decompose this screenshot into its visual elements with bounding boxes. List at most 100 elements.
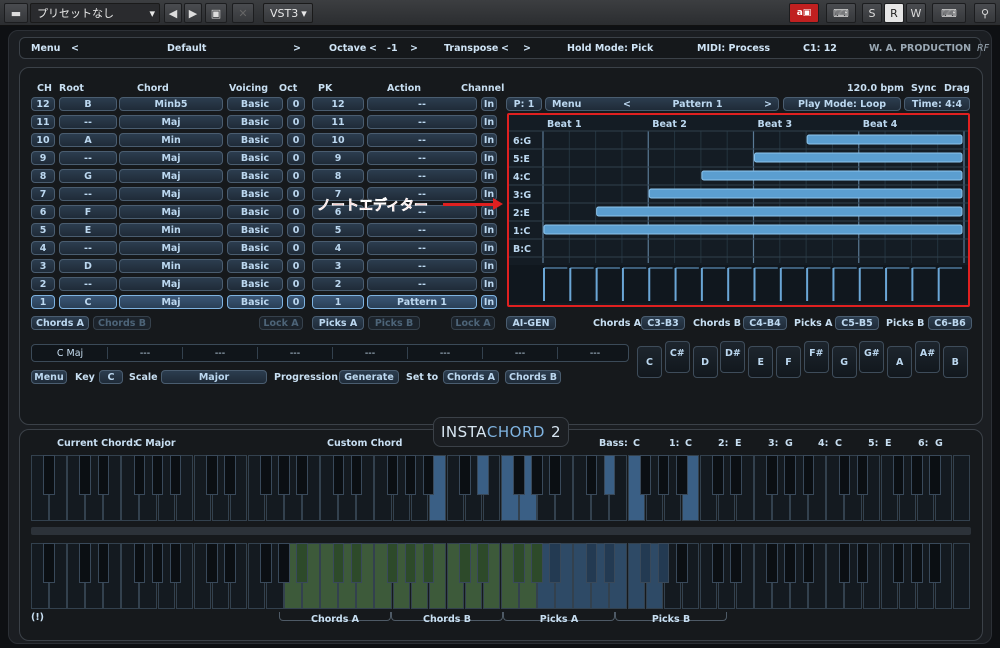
chord-pad[interactable]: D#: [720, 341, 746, 373]
set-chords-b-button[interactable]: Chords B: [505, 370, 561, 384]
row-voicing-cell[interactable]: Basic: [227, 169, 283, 183]
row-root-cell[interactable]: A: [59, 133, 117, 147]
row-action-cell[interactable]: --: [367, 241, 477, 255]
w-button[interactable]: W: [906, 3, 926, 23]
black-key[interactable]: [278, 543, 290, 583]
black-key[interactable]: [404, 543, 417, 583]
row-ch-cell[interactable]: 3: [31, 259, 55, 273]
range-picks-a[interactable]: C5-B5: [835, 316, 879, 330]
black-key[interactable]: [802, 455, 815, 495]
progression-slot[interactable]: ---: [410, 348, 480, 359]
black-key[interactable]: [929, 455, 941, 495]
chord-pad[interactable]: A: [887, 346, 913, 378]
black-key[interactable]: [910, 543, 923, 583]
row-ch-cell[interactable]: 2: [31, 277, 55, 291]
row-pk-cell[interactable]: 12: [312, 97, 364, 111]
s-button[interactable]: S: [862, 3, 882, 23]
progression-slot[interactable]: ---: [485, 348, 555, 359]
octave-down-button[interactable]: <: [369, 39, 377, 57]
black-key[interactable]: [151, 543, 164, 583]
row-root-cell[interactable]: D: [59, 259, 117, 273]
black-key[interactable]: [224, 455, 236, 495]
note-editor-grid[interactable]: Beat 1 Beat 2 Beat 3 Beat 4 6:G 5:E 4:C 3:G 2:E 1…: [509, 115, 968, 305]
row-root-cell[interactable]: G: [59, 169, 117, 183]
black-key[interactable]: [531, 543, 543, 583]
black-key[interactable]: [784, 543, 796, 583]
black-key[interactable]: [675, 543, 688, 583]
progression-slot[interactable]: ---: [185, 348, 255, 359]
row-action-cell[interactable]: --: [367, 259, 477, 273]
play-mode[interactable]: Play Mode: Loop: [783, 97, 901, 111]
preset-select[interactable]: プリセットなし ▾: [30, 3, 160, 23]
black-key[interactable]: [350, 455, 363, 495]
top-menu-button[interactable]: Menu: [31, 39, 60, 57]
black-key[interactable]: [386, 543, 399, 583]
row-oct-cell[interactable]: 0: [287, 151, 305, 165]
black-key[interactable]: [766, 455, 778, 495]
row-voicing-cell[interactable]: Basic: [227, 223, 283, 237]
chord-pad[interactable]: E: [748, 346, 774, 378]
black-key[interactable]: [296, 455, 308, 495]
black-key[interactable]: [477, 455, 489, 495]
row-action-cell[interactable]: --: [367, 151, 477, 165]
row-oct-cell[interactable]: 0: [287, 241, 305, 255]
black-key[interactable]: [766, 543, 778, 583]
black-key[interactable]: [459, 543, 471, 583]
row-ch-cell[interactable]: 8: [31, 169, 55, 183]
row-root-cell[interactable]: C: [59, 295, 117, 309]
row-oct-cell[interactable]: 0: [287, 295, 305, 309]
row-channel-cell[interactable]: In: [481, 133, 497, 147]
row-root-cell[interactable]: --: [59, 277, 117, 291]
row-action-cell[interactable]: --: [367, 97, 477, 111]
row-voicing-cell[interactable]: Basic: [227, 133, 283, 147]
black-key[interactable]: [838, 455, 851, 495]
ai-gen-button[interactable]: AI-GEN: [506, 316, 556, 330]
chord-pad[interactable]: A#: [915, 341, 940, 373]
black-key[interactable]: [169, 455, 182, 495]
lock-a-button[interactable]: Lock A: [259, 316, 303, 330]
progression-slot[interactable]: ---: [260, 348, 330, 359]
black-key[interactable]: [422, 543, 435, 583]
save-icon[interactable]: ▣: [205, 3, 227, 23]
chords-a-toggle[interactable]: Chords A: [31, 316, 89, 330]
pattern-selector[interactable]: Menu < Pattern 1 >: [545, 97, 779, 111]
generate-button[interactable]: Generate: [339, 370, 399, 384]
transpose-up-button[interactable]: >: [523, 39, 531, 57]
chord-pad[interactable]: C: [637, 346, 662, 378]
next-preset-button[interactable]: ▶: [184, 3, 202, 23]
row-chord-cell[interactable]: Maj: [119, 187, 223, 201]
black-key[interactable]: [603, 455, 616, 495]
row-channel-cell[interactable]: In: [481, 169, 497, 183]
range-chords-b[interactable]: C4-B4: [743, 316, 787, 330]
row-action-cell[interactable]: --: [367, 133, 477, 147]
black-key[interactable]: [802, 543, 815, 583]
row-pk-cell[interactable]: 5: [312, 223, 364, 237]
note-bar[interactable]: [754, 152, 963, 163]
row-voicing-cell[interactable]: Basic: [227, 277, 283, 291]
note-bar[interactable]: [806, 134, 963, 145]
black-key[interactable]: [350, 543, 363, 583]
row-chord-cell[interactable]: Maj: [119, 115, 223, 129]
transpose-down-button[interactable]: <: [501, 39, 509, 57]
row-voicing-cell[interactable]: Basic: [227, 295, 283, 309]
black-key[interactable]: [856, 543, 869, 583]
preset-next-button[interactable]: >: [293, 39, 301, 57]
row-voicing-cell[interactable]: Basic: [227, 205, 283, 219]
octave-up-button[interactable]: >: [410, 39, 418, 57]
black-key[interactable]: [892, 543, 905, 583]
black-key[interactable]: [585, 455, 598, 495]
black-key[interactable]: [332, 455, 345, 495]
row-oct-cell[interactable]: 0: [287, 187, 305, 201]
black-key[interactable]: [404, 455, 417, 495]
black-key[interactable]: [892, 455, 905, 495]
row-pk-cell[interactable]: 10: [312, 133, 364, 147]
r-button[interactable]: R: [884, 3, 904, 23]
prev-preset-button[interactable]: ◀: [164, 3, 182, 23]
black-key[interactable]: [386, 455, 399, 495]
black-key[interactable]: [730, 455, 742, 495]
black-key[interactable]: [549, 455, 561, 495]
chord-pad[interactable]: G: [831, 346, 857, 378]
pattern-prev[interactable]: <: [623, 99, 631, 110]
black-key[interactable]: [205, 543, 218, 583]
row-oct-cell[interactable]: 0: [287, 133, 305, 147]
